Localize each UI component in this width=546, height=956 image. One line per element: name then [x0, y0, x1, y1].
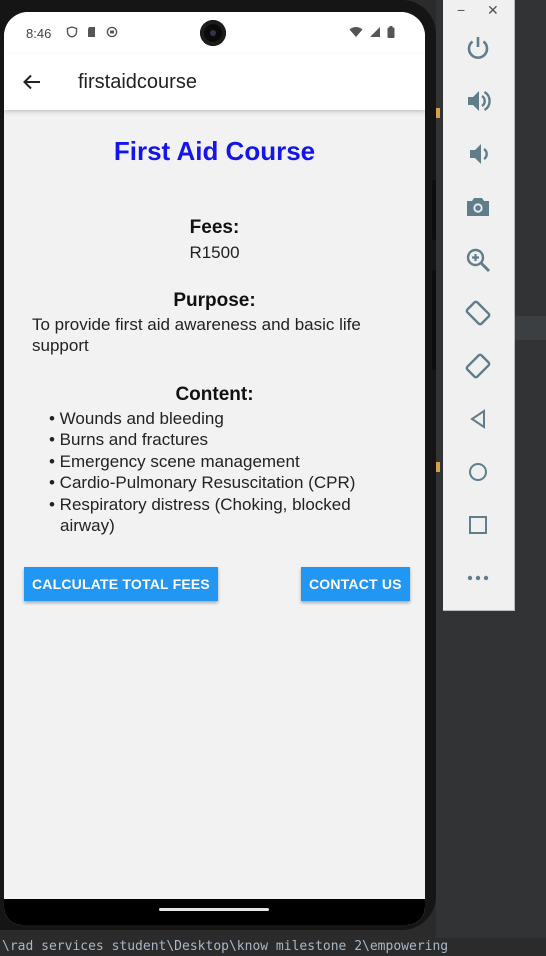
volume-up-button[interactable] — [464, 87, 492, 115]
more-dots-icon — [467, 575, 489, 581]
ide-gutter-marker — [436, 462, 440, 472]
wifi-icon — [349, 27, 363, 37]
phone-side-button — [432, 180, 436, 240]
phone-frame: 8:46 firstaidcourse First Aid Course Fee… — [0, 0, 436, 930]
screenshot-button[interactable] — [464, 193, 492, 221]
home-gesture-bar[interactable] — [159, 908, 269, 911]
list-item: • Burns and fractures — [49, 430, 209, 450]
emulator-toolbar: − ✕ — [443, 0, 515, 611]
contact-us-button[interactable]: CONTACT US — [301, 567, 410, 601]
sync-icon — [106, 26, 118, 38]
status-system-icons — [349, 26, 395, 38]
volume-down-button[interactable] — [464, 140, 492, 168]
power-icon — [467, 37, 489, 59]
front-camera — [200, 20, 226, 46]
ide-gutter-marker — [436, 108, 440, 118]
emulator-back-button[interactable] — [464, 405, 492, 433]
list-item: • Respiratory distress (Choking, blocked… — [49, 494, 351, 536]
rotate-left-button[interactable] — [464, 299, 492, 327]
close-button[interactable]: ✕ — [487, 2, 499, 19]
shield-icon — [66, 26, 78, 38]
ide-current-line — [514, 316, 546, 340]
emulator-home-button[interactable] — [464, 458, 492, 486]
more-button[interactable] — [464, 564, 492, 592]
rotate-left-icon — [465, 300, 491, 326]
app-bar-title: firstaidcourse — [78, 71, 197, 93]
zoom-button[interactable] — [464, 246, 492, 274]
minimize-button[interactable]: − — [457, 2, 465, 18]
volume-down-icon — [470, 144, 488, 164]
status-time: 8:46 — [26, 26, 52, 41]
status-notification-icons — [66, 26, 118, 38]
phone-volume-button — [432, 270, 436, 370]
fees-label: Fees: — [189, 217, 240, 238]
list-item: • Emergency scene management — [49, 451, 300, 471]
power-button[interactable] — [464, 34, 492, 62]
battery-icon — [387, 26, 395, 38]
list-item: • Wounds and bleeding — [49, 409, 224, 428]
page-title: First Aid Course — [113, 136, 316, 166]
home-circle-icon — [469, 463, 487, 481]
navigation-bar — [4, 899, 425, 925]
emulator-overview-button[interactable] — [464, 511, 492, 539]
emulator-window-controls: − ✕ — [443, 0, 514, 20]
camera-icon — [467, 198, 489, 216]
rotate-right-button[interactable] — [464, 352, 492, 380]
rotate-right-icon — [465, 353, 491, 379]
ide-console-line: \rad services student\Desktop\know miles… — [0, 938, 546, 956]
content-label: Content: — [175, 384, 254, 405]
volume-up-icon — [468, 90, 491, 112]
app-bar: firstaidcourse — [4, 54, 425, 110]
phone-screen: 8:46 firstaidcourse First Aid Course Fee… — [4, 12, 425, 925]
status-bar: 8:46 — [4, 12, 425, 54]
overview-square-icon — [469, 516, 487, 534]
signal-icon — [370, 27, 380, 37]
fees-value: R1500 — [189, 243, 240, 262]
calculate-total-fees-button[interactable]: CALCULATE TOTAL FEES — [24, 567, 218, 601]
back-triangle-icon — [470, 409, 485, 429]
zoom-in-icon — [466, 248, 491, 273]
sd-card-icon — [88, 27, 95, 37]
list-item: • Cardio-Pulmonary Resuscitation (CPR) — [49, 473, 356, 493]
purpose-text: To provide first aid awareness and basic… — [32, 315, 361, 355]
back-arrow-icon[interactable] — [22, 72, 42, 92]
purpose-label: Purpose: — [173, 290, 256, 311]
content-list: • Wounds and bleeding • Burns and fractu… — [49, 408, 389, 536]
